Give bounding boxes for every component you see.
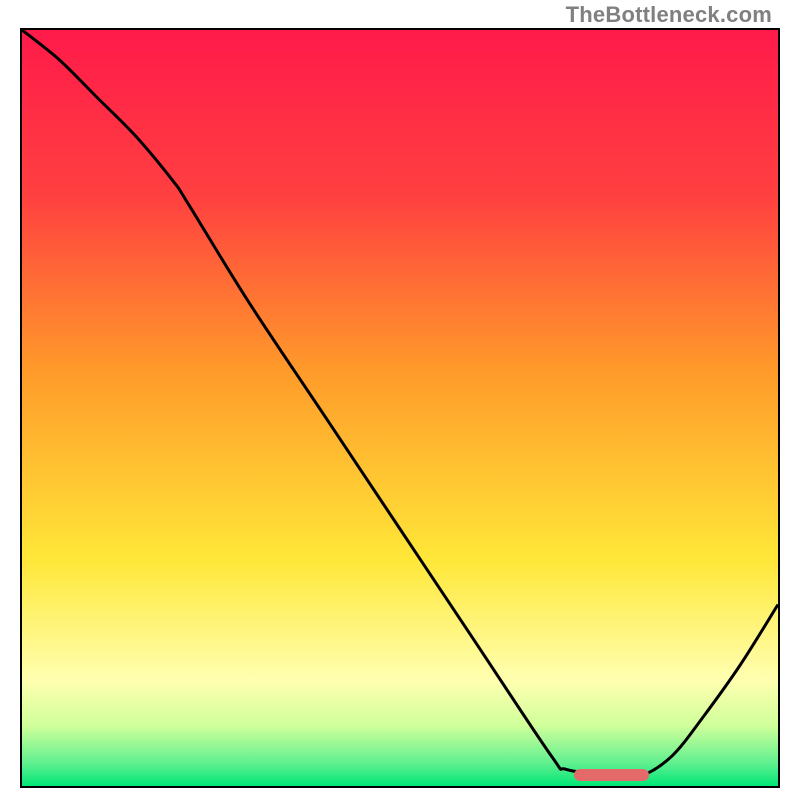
optimal-range-marker [574,769,650,781]
chart-frame [20,28,780,788]
curve-path [22,30,778,777]
chart-container: TheBottleneck.com [0,0,800,800]
bottleneck-curve [22,30,778,786]
watermark-text: TheBottleneck.com [566,2,772,28]
